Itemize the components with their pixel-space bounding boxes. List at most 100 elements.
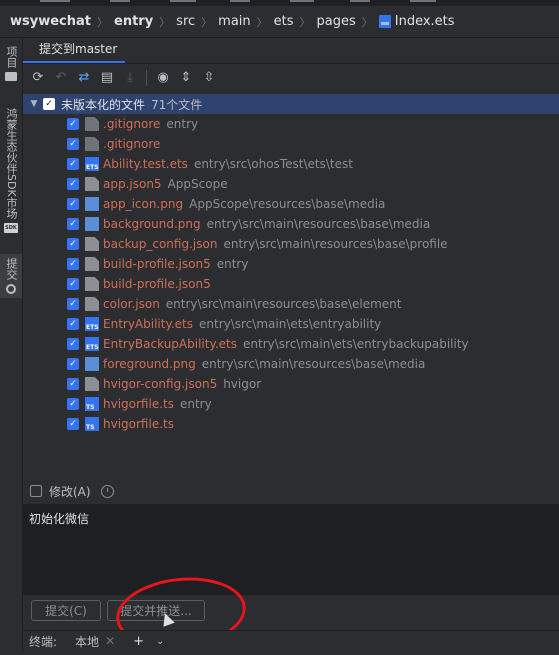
- file-checkbox[interactable]: ✓: [67, 198, 79, 210]
- amend-label[interactable]: 修改(A): [49, 483, 91, 500]
- tab-commit-to-master[interactable]: 提交到master: [23, 40, 126, 63]
- commit-message-field[interactable]: 初始化微信: [23, 505, 559, 595]
- file-row[interactable]: ✓ color.json entry\src\main\resources\base…: [23, 294, 559, 314]
- breadcrumb-project[interactable]: wsywechat: [10, 14, 91, 29]
- eye-icon[interactable]: ◉: [154, 69, 172, 87]
- folder-icon: [5, 72, 17, 81]
- chevron-down-icon[interactable]: ▼: [27, 99, 41, 109]
- collapse-all-icon[interactable]: ⇳: [200, 69, 218, 87]
- file-name: build-profile.json5: [103, 277, 211, 291]
- file-row[interactable]: ✓ backup_config.json entry\src\main\resour…: [23, 234, 559, 254]
- chevron-right-icon: 〉: [159, 15, 171, 29]
- file-row[interactable]: ✓ foreground.png entry\src\main\resources\…: [23, 354, 559, 374]
- terminal-tab-local[interactable]: 本地: [75, 633, 99, 650]
- file-checkbox[interactable]: ✓: [67, 418, 79, 430]
- file-checkbox[interactable]: ✓: [67, 338, 79, 350]
- file-checkbox[interactable]: ✓: [67, 238, 79, 250]
- file-name: build-profile.json5: [103, 257, 211, 271]
- file-row[interactable]: ✓ ETS EntryBackupAbility.ets entry\src\main…: [23, 334, 559, 354]
- breadcrumb-file[interactable]: Index.ets: [378, 14, 455, 29]
- file-row[interactable]: ✓ hvigor-config.json5 hvigor: [23, 374, 559, 394]
- unversioned-group-row[interactable]: ▼ ✓ 未版本化的文件 71个文件: [23, 94, 559, 114]
- file-checkbox[interactable]: ✓: [67, 138, 79, 150]
- commit-icon: [6, 284, 16, 294]
- file-row[interactable]: ✓ ETS EntryAbility.ets entry\src\main\ets\e…: [23, 314, 559, 334]
- commit-tool-label: 提交: [5, 258, 18, 280]
- file-checkbox[interactable]: ✓: [67, 378, 79, 390]
- project-tool-button[interactable]: 项目: [0, 46, 22, 81]
- diff-icon[interactable]: ⇄: [75, 69, 93, 87]
- file-name: app.json5: [103, 177, 162, 191]
- ets-file-icon: ETS: [85, 337, 99, 351]
- file-row[interactable]: ✓ build-profile.json5: [23, 274, 559, 294]
- breadcrumb-src[interactable]: src: [176, 14, 195, 29]
- commit-button[interactable]: 提交(C): [31, 600, 101, 621]
- refresh-icon[interactable]: ⟳: [29, 69, 47, 87]
- toolbar-divider: [146, 69, 147, 86]
- group-checkbox[interactable]: ✓: [43, 98, 55, 110]
- breadcrumb-module[interactable]: entry: [114, 14, 153, 29]
- close-icon[interactable]: ✕: [105, 634, 115, 648]
- file-path: entry\src\main\ets\entryability: [199, 317, 382, 331]
- file-row[interactable]: ✓ app_icon.png AppScope\resources\base\med…: [23, 194, 559, 214]
- chevron-right-icon: 〉: [97, 15, 108, 29]
- ecosystem-sdk-label: 鸿蒙生态伙伴SDK市场: [5, 108, 18, 219]
- expand-all-icon[interactable]: ⇕: [177, 69, 195, 87]
- terminal-label: 终端:: [29, 634, 58, 649]
- sdk-icon: SDK: [4, 222, 18, 233]
- file-row[interactable]: ✓ app.json5 AppScope: [23, 174, 559, 194]
- file-name: backup_config.json: [103, 237, 218, 251]
- breadcrumb-main[interactable]: main: [218, 14, 250, 29]
- file-row[interactable]: ✓ TS hvigorfile.ts entry: [23, 394, 559, 414]
- file-checkbox[interactable]: ✓: [67, 318, 79, 330]
- file-name: .gitignore: [103, 117, 161, 131]
- file-row[interactable]: ✓ TS hvigorfile.ts: [23, 414, 559, 434]
- chevron-down-icon[interactable]: ⌄: [156, 636, 164, 647]
- file-checkbox[interactable]: ✓: [67, 178, 79, 190]
- add-terminal-icon[interactable]: +: [133, 634, 144, 649]
- file-checkbox[interactable]: ✓: [67, 398, 79, 410]
- ecosystem-sdk-tool-button[interactable]: 鸿蒙生态伙伴SDK市场 SDK: [0, 108, 22, 237]
- file-checkbox[interactable]: ✓: [67, 258, 79, 270]
- project-tool-label: 项目: [5, 46, 18, 68]
- commit-panel: 提交到master ⟳ ↶ ⇄ ▤ ⤓ ◉ ⇕ ⇳ ▼ ✓ 未版本化的文件 71…: [23, 38, 559, 655]
- file-path: entry: [216, 257, 249, 271]
- file-checkbox[interactable]: ✓: [67, 218, 79, 230]
- shelve-icon[interactable]: ▤: [98, 69, 116, 87]
- file-row[interactable]: ✓ ETS Ability.test.ets entry\src\ohosTest\e…: [23, 154, 559, 174]
- file-row[interactable]: ✓ .gitignore: [23, 134, 559, 154]
- file-checkbox[interactable]: ✓: [67, 278, 79, 290]
- file-checkbox[interactable]: ✓: [67, 158, 79, 170]
- file-name: color.json: [103, 297, 160, 311]
- file-name: foreground.png: [103, 357, 196, 371]
- file-checkbox[interactable]: ✓: [67, 298, 79, 310]
- file-row[interactable]: ✓ background.png entry\src\main\resources\…: [23, 214, 559, 234]
- json-file-icon: [85, 237, 99, 251]
- file-checkbox[interactable]: ✓: [67, 358, 79, 370]
- file-checkbox[interactable]: ✓: [67, 118, 79, 130]
- breadcrumb-pages[interactable]: pages: [317, 14, 356, 29]
- img-file-icon: [85, 217, 99, 231]
- img-file-icon: [85, 357, 99, 371]
- file-row[interactable]: ✓ .gitignore entry: [23, 114, 559, 134]
- left-tool-stripe: 项目 鸿蒙生态伙伴SDK市场 SDK 提交: [0, 38, 23, 651]
- file-path: entry\src\main\resources\base\media: [206, 217, 431, 231]
- terminal-bar: 终端: 本地 ✕ + ⌄: [23, 630, 559, 651]
- amend-checkbox[interactable]: [30, 485, 42, 497]
- amend-row: 修改(A): [23, 478, 559, 505]
- file-row[interactable]: ✓ build-profile.json5 entry: [23, 254, 559, 274]
- file-path: entry\src\main\resources\base\profile: [223, 237, 448, 251]
- history-clock-icon[interactable]: [100, 484, 114, 498]
- rollback-icon[interactable]: ↶: [52, 69, 70, 87]
- file-name: background.png: [103, 217, 201, 231]
- file-name: hvigor-config.json5: [103, 377, 218, 391]
- changes-tree: ▼ ✓ 未版本化的文件 71个文件 ✓ .gitignore entry ✓ .giti…: [23, 94, 559, 478]
- file-path: entry: [166, 117, 199, 131]
- file-path: entry\src\main\ets\entrybackupability: [243, 337, 469, 351]
- breadcrumb-ets[interactable]: ets: [274, 14, 294, 29]
- download-icon[interactable]: ⤓: [121, 69, 139, 87]
- file-name: hvigorfile.ts: [103, 417, 174, 431]
- commit-tool-button[interactable]: 提交: [0, 254, 22, 298]
- commit-button-row: 提交(C) 提交并推送...: [23, 595, 559, 630]
- chevron-right-icon: 〉: [361, 15, 373, 29]
